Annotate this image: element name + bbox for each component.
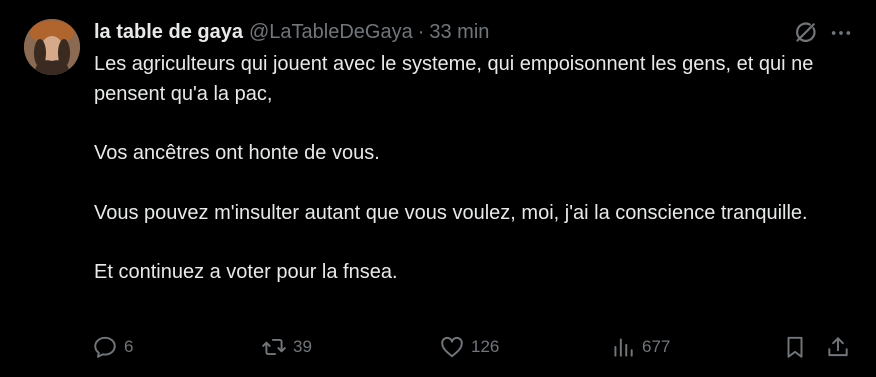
view-count: 677 [642,337,671,356]
repost-count: 39 [293,337,312,356]
repost-icon [262,338,286,356]
avatar[interactable] [24,19,80,75]
tweet-text: Les agriculteurs qui jouent avec le syst… [94,50,854,288]
bookmark-icon [787,336,803,358]
heart-icon [441,336,463,358]
share-button[interactable] [825,333,851,361]
more-icon[interactable] [830,22,852,44]
reply-count: 6 [124,337,134,356]
display-name[interactable]: la table de gaya [94,21,243,44]
tweet-paragraph: Les agriculteurs qui jouent avec le syst… [94,53,814,105]
user-handle[interactable]: @LaTableDeGaya [249,21,413,44]
tweet[interactable]: la table de gaya @LaTableDeGaya · 33 min… [0,0,876,377]
tweet-paragraph: Vous pouvez m'insulter autant que vous v… [94,201,808,224]
tweet-paragraph: Vos ancêtres ont honte de vous. [94,142,380,164]
avatar-image [24,19,80,75]
like-count: 126 [471,337,500,356]
views-button[interactable]: 677 [610,333,670,361]
tweet-header: la table de gaya @LaTableDeGaya · 33 min [94,19,489,45]
repost-button[interactable]: 39 [261,333,312,361]
share-icon [828,337,848,357]
separator-dot: · [417,20,425,43]
timestamp[interactable]: 33 min [429,21,489,44]
top-icons [792,20,852,46]
tweet-paragraph: Et continuez a voter pour la fnsea. [94,261,398,283]
reply-button[interactable]: 6 [92,333,133,361]
like-button[interactable]: 126 [439,333,499,361]
bookmark-button[interactable] [782,333,808,361]
action-bar: 6 39 126 677 [92,333,854,361]
grok-icon[interactable] [792,20,818,46]
views-icon [614,338,633,357]
reply-icon [94,336,116,358]
